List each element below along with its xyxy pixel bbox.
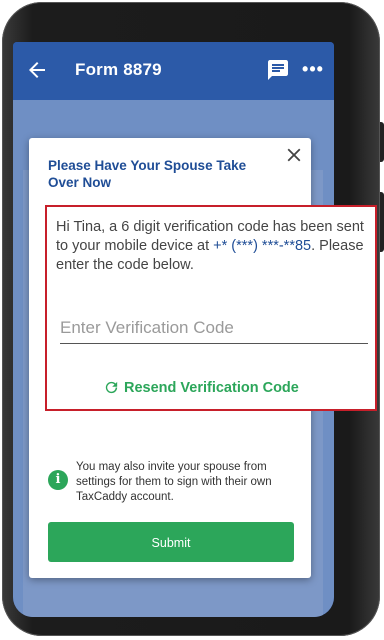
masked-phone-number: +* (***) ***-**85 [213,238,312,254]
verification-code-input[interactable] [60,313,368,344]
arrow-left-icon[interactable] [25,58,49,82]
resend-label: Resend Verification Code [124,380,299,396]
verification-panel: Hi Tina, a 6 digit verification code has… [45,205,377,411]
app-bar: Form 8879 ••• [13,42,334,100]
more-horizontal-icon[interactable]: ••• [301,60,325,82]
info-icon: i [48,470,68,490]
verification-message: Hi Tina, a 6 digit verification code has… [56,218,366,275]
refresh-icon [105,381,118,394]
message-icon[interactable] [266,58,290,82]
close-icon[interactable] [283,144,305,166]
volume-button [380,122,384,162]
modal-title: Please Have Your Spouse Take Over Now [48,158,247,190]
invite-info-text: You may also invite your spouse from set… [76,461,272,503]
submit-button[interactable]: Submit [48,522,294,562]
power-button [380,192,384,252]
page-title: Form 8879 [75,60,162,79]
